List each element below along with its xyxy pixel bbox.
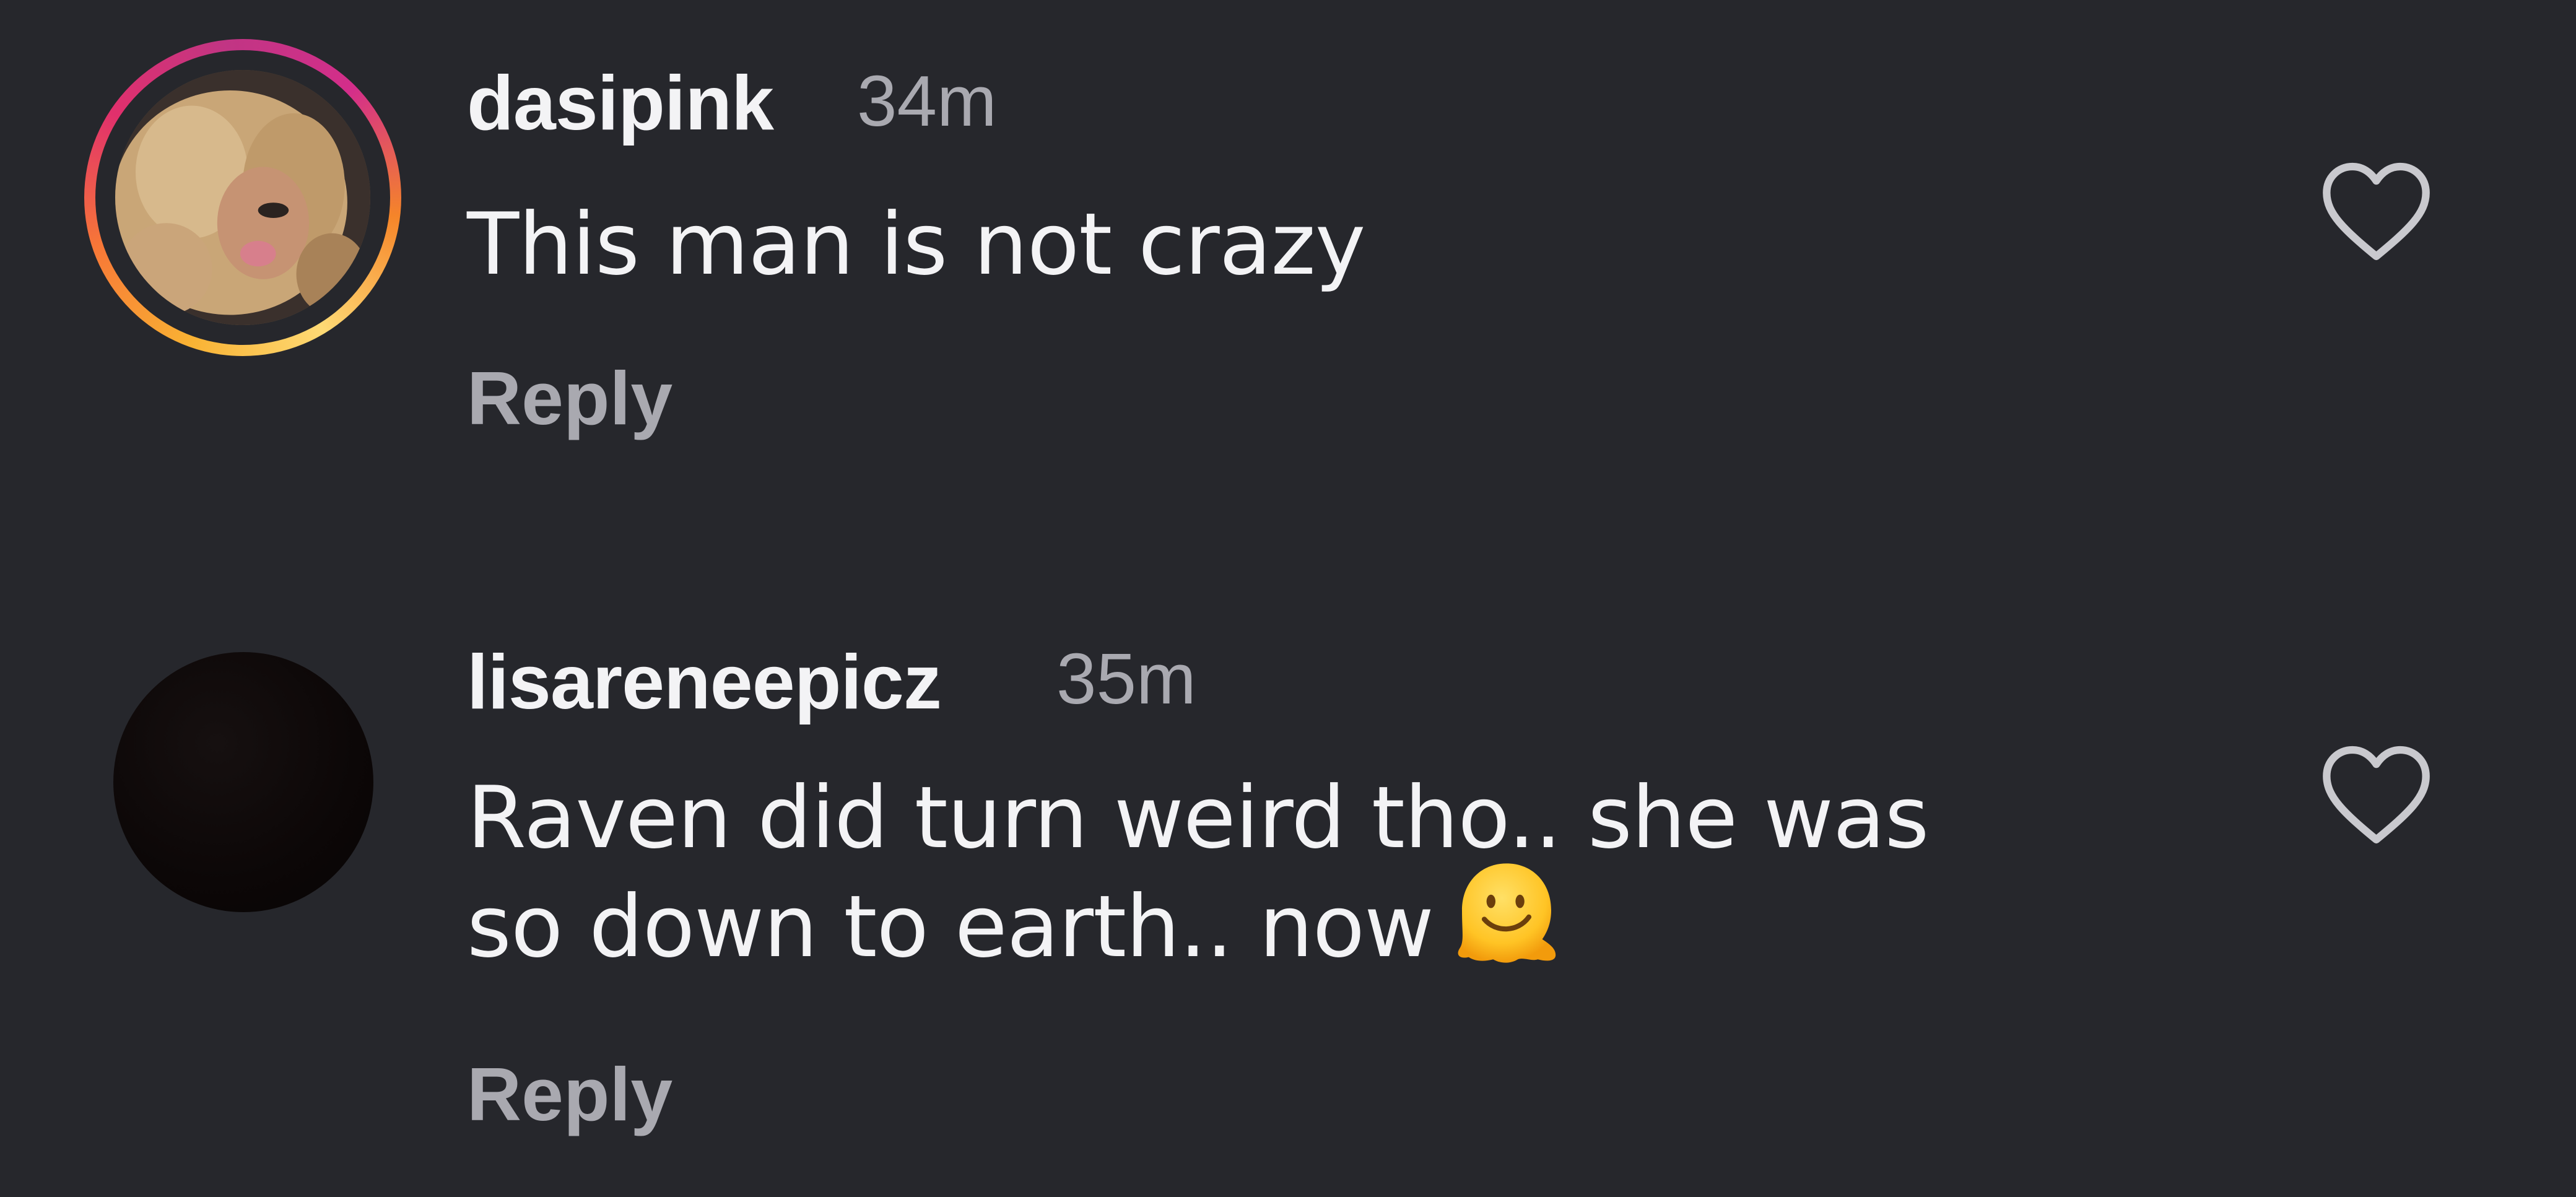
comment-timestamp: 35m	[1056, 638, 1196, 719]
comment-text-line-content: so down to earth.. now	[467, 877, 1434, 977]
comment-username[interactable]: dasipink	[467, 65, 774, 142]
heart-outline-icon[interactable]	[2319, 160, 2434, 265]
comment-text-line: Raven did turn weird tho.. she was	[467, 768, 1929, 868]
comment-text: This man is not crazy	[467, 194, 1365, 294]
avatar[interactable]	[115, 70, 370, 325]
avatar[interactable]	[113, 652, 373, 912]
comment-item: lisareneepicz 35m Raven did turn weird t…	[0, 582, 2576, 1197]
reply-button[interactable]: Reply	[467, 1056, 672, 1132]
comment-item: dasipink 34m This man is not crazy Reply	[0, 0, 2576, 533]
comment-text-line: so down to earth.. now	[467, 855, 1928, 970]
melting-face-emoji	[1451, 855, 1562, 966]
comment-timestamp: 34m	[857, 61, 997, 141]
heart-outline-icon[interactable]	[2319, 743, 2434, 848]
avatar-photo-image	[115, 70, 370, 325]
reply-button[interactable]: Reply	[467, 360, 672, 436]
comment-text: Raven did turn weird tho.. she was so do…	[467, 768, 1929, 970]
comment-text-line: This man is not crazy	[467, 194, 1365, 294]
comment-username[interactable]: lisareneepicz	[467, 644, 942, 721]
